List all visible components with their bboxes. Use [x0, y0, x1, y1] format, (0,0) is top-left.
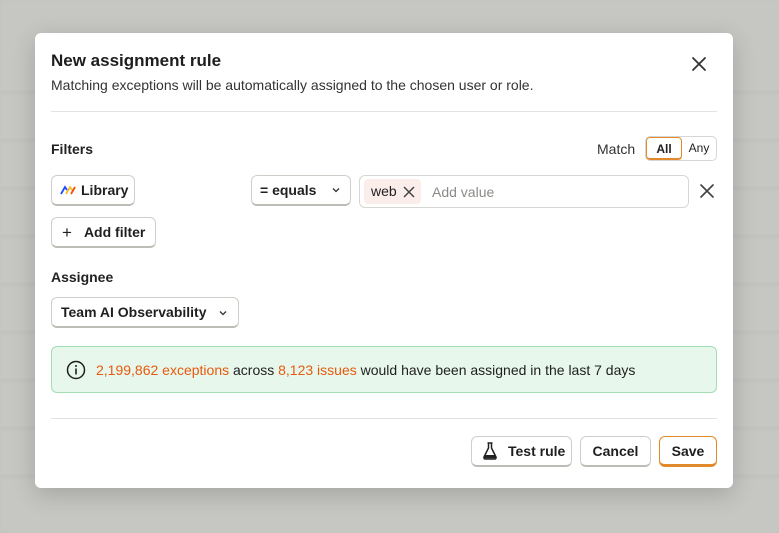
assignee-label: Assignee: [51, 269, 114, 285]
plus-icon: +: [62, 222, 72, 242]
exceptions-count: 2,199,862 exceptions: [96, 362, 230, 378]
header-divider: [51, 111, 717, 112]
add-value-input[interactable]: [432, 180, 672, 204]
filter-property-label: Library: [81, 182, 129, 198]
match-any-option[interactable]: Any: [682, 137, 716, 160]
match-all-option[interactable]: All: [646, 137, 682, 160]
flask-icon: [483, 442, 497, 460]
add-filter-label: Add filter: [83, 224, 146, 240]
chevron-down-icon: [332, 188, 340, 193]
footer-divider: [51, 418, 717, 419]
filters-label: Filters: [51, 141, 94, 157]
add-filter-button[interactable]: + Add filter: [51, 217, 156, 248]
issues-count: 8,123 issues: [278, 362, 357, 378]
match-label: Match: [597, 141, 636, 157]
value-chip-label: web: [371, 183, 397, 199]
assignee-select[interactable]: Team AI Observability: [51, 297, 239, 328]
impact-info-text: 2,199,862 exceptions across 8,123 issues…: [96, 362, 636, 378]
assignee-value: Team AI Observability: [61, 304, 207, 320]
modal-title: New assignment rule: [51, 51, 222, 70]
assignment-rule-modal: New assignment rule Matching exceptions …: [35, 33, 733, 488]
test-rule-button[interactable]: Test rule: [471, 436, 572, 467]
impact-info-banner: 2,199,862 exceptions across 8,123 issues…: [51, 346, 717, 393]
chevron-down-icon: [219, 311, 227, 316]
save-button[interactable]: Save: [659, 436, 717, 467]
save-label: Save: [671, 442, 705, 459]
cancel-label: Cancel: [592, 443, 639, 459]
library-icon: [60, 185, 76, 195]
close-button[interactable]: [685, 50, 713, 78]
cancel-button[interactable]: Cancel: [580, 436, 651, 467]
filter-property-button[interactable]: Library: [51, 175, 135, 206]
filter-operator-label: = equals: [260, 182, 317, 198]
remove-filter-icon: [700, 184, 714, 198]
filter-operator-select[interactable]: = equals: [251, 175, 351, 206]
remove-chip-icon[interactable]: [402, 185, 416, 199]
modal-subtitle: Matching exceptions will be automaticall…: [51, 77, 534, 93]
value-chip: web: [364, 179, 421, 204]
info-icon: [66, 360, 86, 380]
filter-value-field[interactable]: web: [359, 175, 689, 208]
remove-filter-button[interactable]: [695, 179, 719, 203]
close-icon: [692, 57, 706, 71]
match-toggle: All Any: [645, 136, 717, 161]
test-rule-label: Test rule: [508, 443, 566, 459]
